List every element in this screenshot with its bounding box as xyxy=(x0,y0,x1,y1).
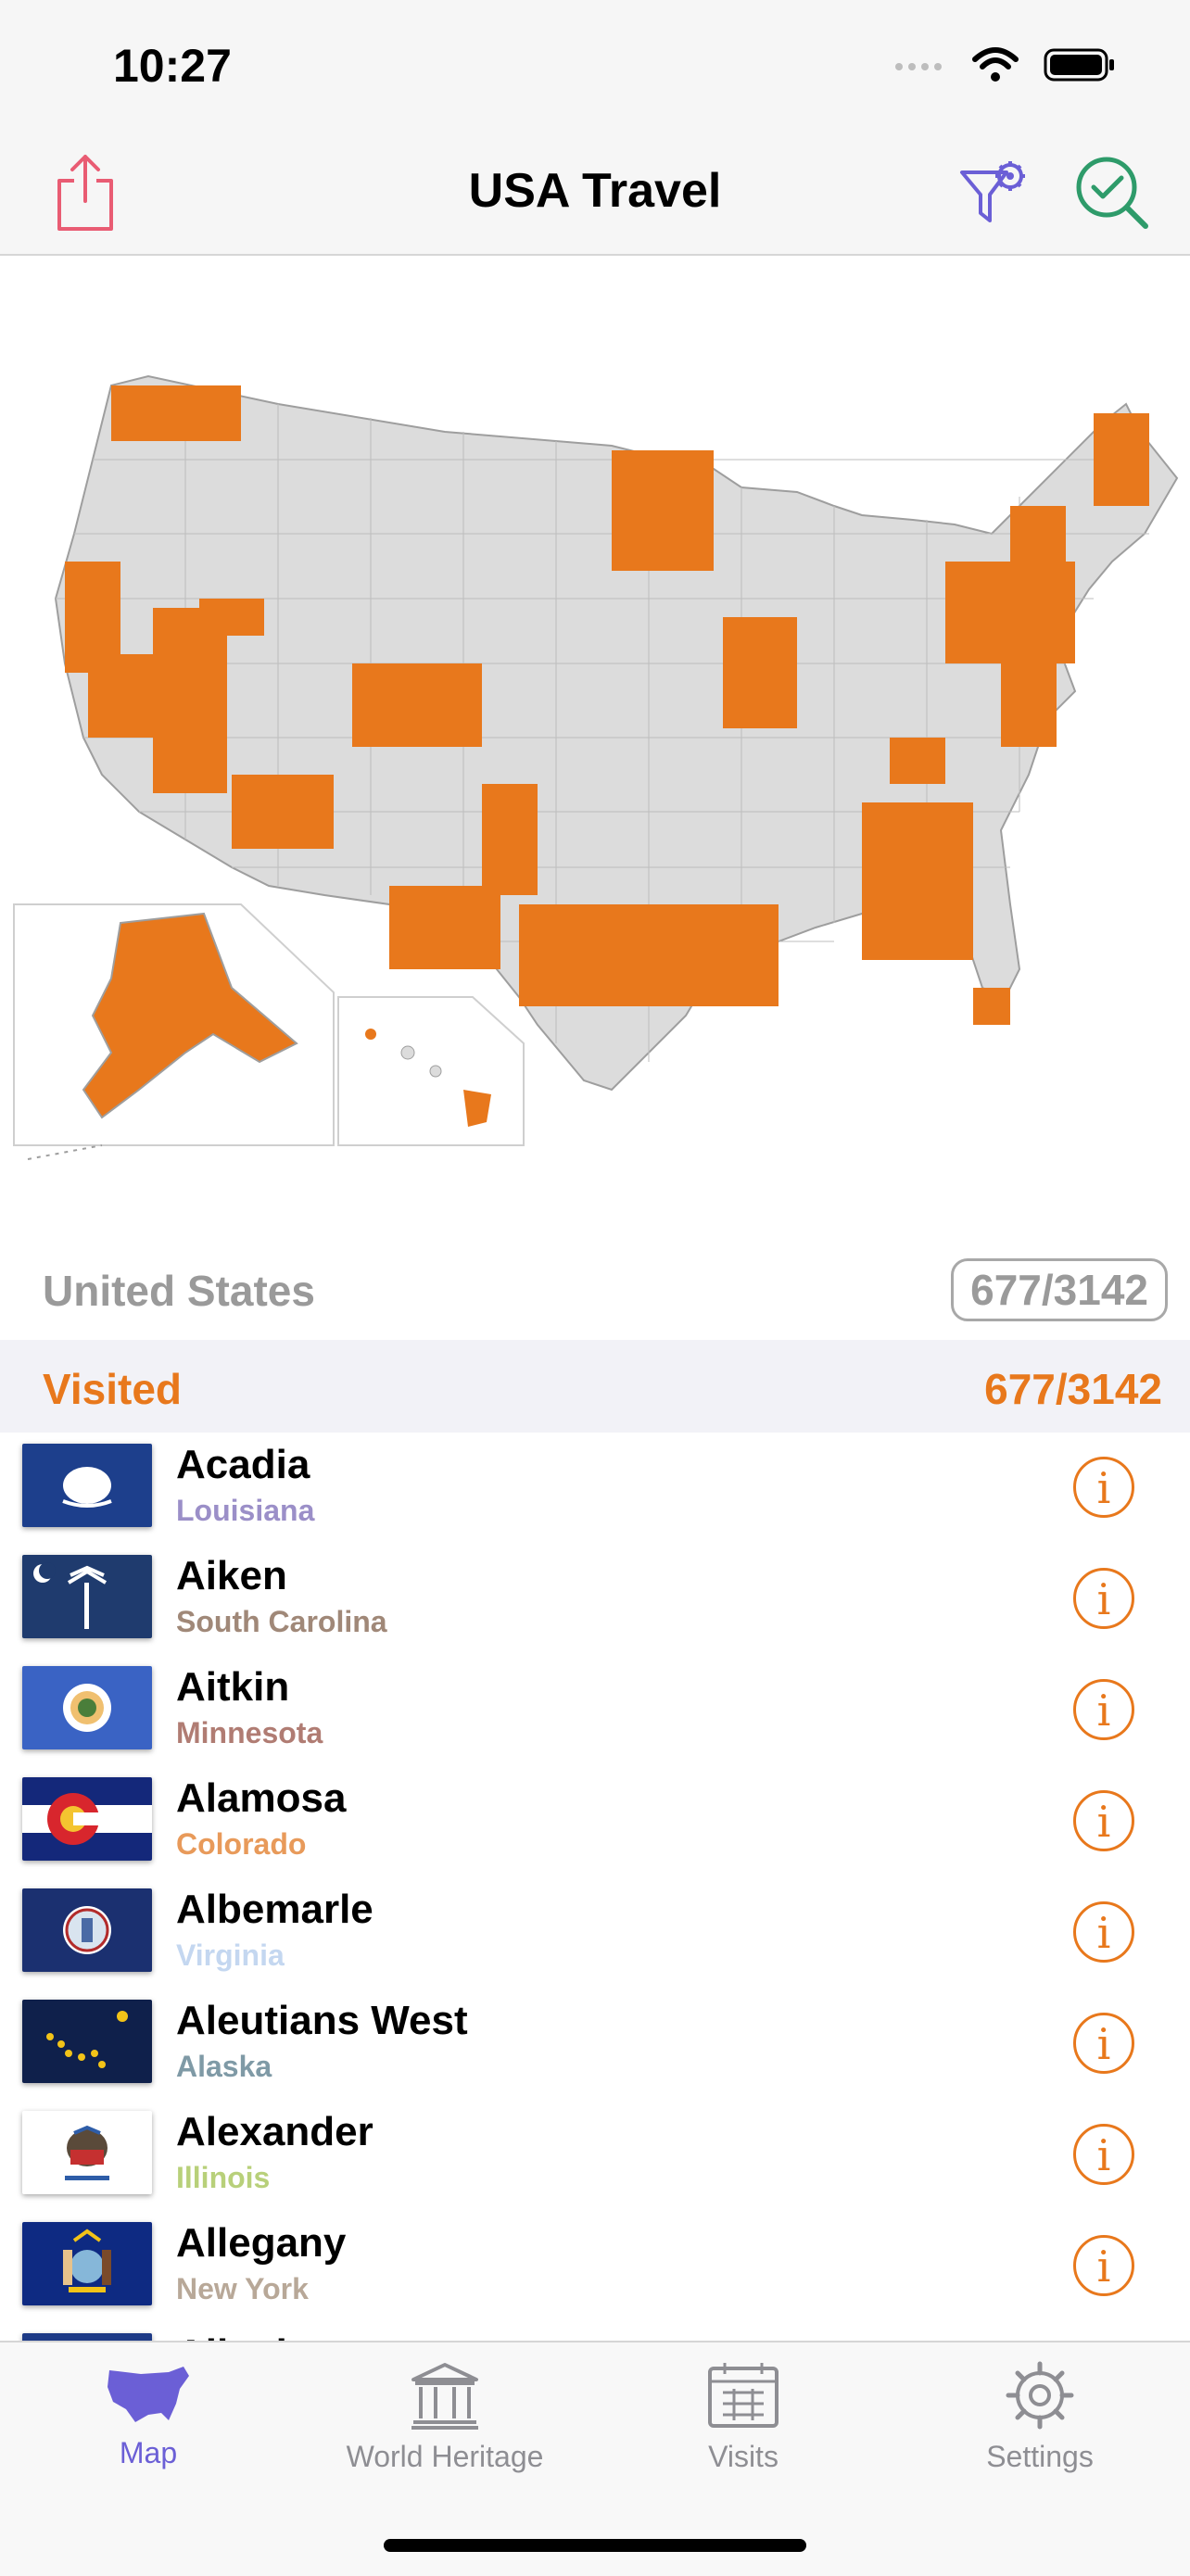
county-name: Albemarle xyxy=(176,1887,373,1932)
list-item[interactable]: Alamosa Colorado i xyxy=(0,1766,1190,1877)
info-icon: i xyxy=(1096,1908,1111,1958)
info-icon: i xyxy=(1096,2130,1111,2180)
battery-icon xyxy=(1044,48,1116,86)
tab-settings[interactable]: Settings xyxy=(901,2361,1179,2474)
new-york-flag-icon xyxy=(22,2222,152,2305)
calendar-icon xyxy=(706,2363,780,2433)
state-name: Colorado xyxy=(176,1827,307,1861)
home-indicator[interactable] xyxy=(384,2539,806,2552)
tab-visits[interactable]: Visits xyxy=(604,2361,882,2474)
virginia-flag-icon xyxy=(22,1888,152,1972)
cellular-signal-icon xyxy=(893,56,947,79)
county-name: Allegany xyxy=(176,2220,347,2266)
filter-gear-icon xyxy=(956,156,1031,234)
info-button[interactable]: i xyxy=(1073,2013,1134,2074)
state-name: Louisiana xyxy=(176,1494,315,1527)
info-button[interactable]: i xyxy=(1073,1679,1134,1740)
info-button[interactable]: i xyxy=(1073,1790,1134,1851)
temple-icon xyxy=(408,2363,482,2433)
county-name: Alexander xyxy=(176,2109,373,2154)
state-name: Alaska xyxy=(176,2050,272,2083)
minnesota-flag-icon xyxy=(22,1666,152,1749)
gear-icon xyxy=(1003,2361,1077,2433)
info-icon: i xyxy=(1096,2241,1111,2292)
county-map[interactable] xyxy=(0,256,1190,1238)
colorado-flag-icon xyxy=(22,1777,152,1861)
search-visited-button[interactable] xyxy=(1068,150,1157,239)
list-item[interactable]: Allegheny xyxy=(0,2322,1190,2341)
info-icon: i xyxy=(1096,1797,1111,1847)
alaska-flag-icon xyxy=(22,2000,152,2083)
illinois-flag-icon xyxy=(22,2111,152,2194)
list-item[interactable]: Acadia Louisiana i xyxy=(0,1433,1190,1544)
info-button[interactable]: i xyxy=(1073,1568,1134,1629)
navigation-bar: USA Travel xyxy=(0,130,1190,256)
county-name: Aleutians West xyxy=(176,1998,468,2043)
hawaii-inset-map[interactable] xyxy=(337,996,525,1146)
tab-label: Settings xyxy=(986,2440,1094,2473)
status-icons xyxy=(893,46,1116,88)
list-item[interactable]: Allegany New York i xyxy=(0,2211,1190,2322)
info-button[interactable]: i xyxy=(1073,1457,1134,1518)
info-icon: i xyxy=(1096,1686,1111,1736)
status-time: 10:27 xyxy=(113,40,232,92)
region-count-badge: 677/3142 xyxy=(951,1258,1168,1321)
tab-label: World Heritage xyxy=(346,2440,544,2473)
pennsylvania-flag-icon xyxy=(22,2333,152,2341)
region-summary: United States 677/3142 xyxy=(0,1238,1190,1340)
county-list[interactable]: Acadia Louisiana i Aiken South Carolina … xyxy=(0,1433,1190,2341)
tab-world-heritage[interactable]: World Heritage xyxy=(306,2361,584,2474)
county-name: Allegheny xyxy=(176,2331,371,2341)
list-item[interactable]: Alexander Illinois i xyxy=(0,2100,1190,2211)
magnifier-check-icon xyxy=(1073,154,1151,236)
filter-settings-button[interactable] xyxy=(949,150,1038,239)
info-button[interactable]: i xyxy=(1073,1901,1134,1963)
tab-map[interactable]: Map xyxy=(9,2361,287,2470)
visited-label: Visited xyxy=(43,1365,182,1413)
usa-map-icon xyxy=(104,2367,193,2430)
state-name: New York xyxy=(176,2272,309,2305)
list-item[interactable]: Aiken South Carolina i xyxy=(0,1544,1190,1655)
info-button[interactable]: i xyxy=(1073,2235,1134,2296)
wifi-icon xyxy=(971,46,1019,88)
state-name: Minnesota xyxy=(176,1716,323,1749)
list-item[interactable]: Aitkin Minnesota i xyxy=(0,1655,1190,1766)
status-bar: 10:27 xyxy=(0,0,1190,130)
tab-label: Visits xyxy=(708,2440,779,2473)
alaska-inset-map[interactable] xyxy=(13,903,335,1160)
state-name: South Carolina xyxy=(176,1605,387,1638)
list-item[interactable]: Aleutians West Alaska i xyxy=(0,1989,1190,2100)
south-carolina-flag-icon xyxy=(22,1555,152,1638)
county-name: Alamosa xyxy=(176,1775,347,1821)
state-name: Virginia xyxy=(176,1938,285,1972)
visited-section-header: Visited 677/3142 xyxy=(0,1340,1190,1433)
region-name: United States xyxy=(43,1267,315,1315)
county-name: Aitkin xyxy=(176,1664,290,1710)
info-button[interactable]: i xyxy=(1073,2124,1134,2185)
tab-label: Map xyxy=(119,2436,178,2469)
info-icon: i xyxy=(1096,1574,1111,1624)
info-icon: i xyxy=(1096,2019,1111,2069)
info-icon: i xyxy=(1096,1463,1111,1513)
louisiana-flag-icon xyxy=(22,1444,152,1527)
county-name: Acadia xyxy=(176,1442,310,1487)
visited-count: 677/3142 xyxy=(984,1365,1162,1413)
state-name: Illinois xyxy=(176,2161,271,2194)
county-name: Aiken xyxy=(176,1553,287,1598)
list-item[interactable]: Albemarle Virginia i xyxy=(0,1877,1190,1989)
